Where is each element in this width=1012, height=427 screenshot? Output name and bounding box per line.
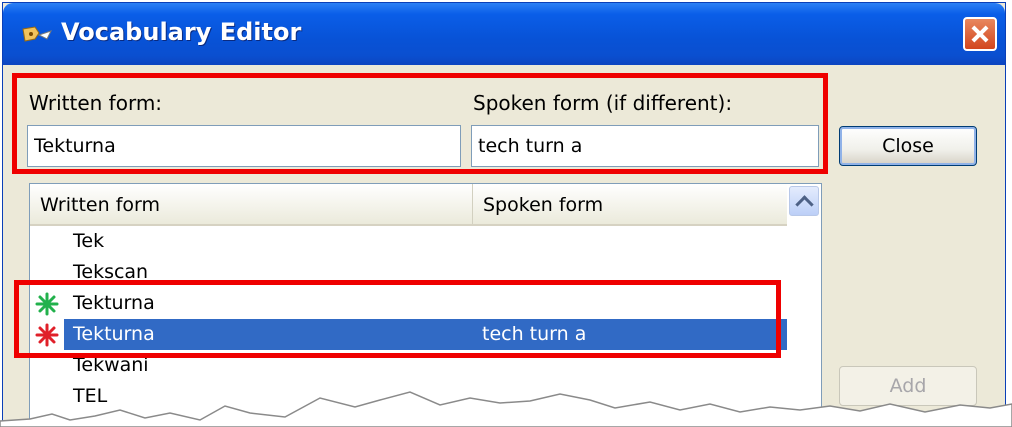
title-bar[interactable]: Vocabulary Editor xyxy=(3,3,1005,65)
scroll-up-button[interactable] xyxy=(789,186,819,216)
window-close-button[interactable] xyxy=(963,17,997,51)
list-item-written: Tek xyxy=(73,230,105,252)
list-item[interactable]: TEL xyxy=(30,381,787,412)
column-header-spoken-form[interactable]: Spoken form xyxy=(473,184,787,224)
app-icon xyxy=(22,26,52,42)
list-item-written: TEL xyxy=(73,385,108,407)
highlight-box-input-fields xyxy=(12,73,828,174)
list-item[interactable]: Tek xyxy=(30,226,787,257)
close-button[interactable]: Close xyxy=(839,126,977,166)
vocabulary-editor-window: Vocabulary Editor Written form: Spoken f… xyxy=(2,2,1006,427)
list-header: Written form Spoken form xyxy=(30,184,787,226)
column-header-written-form[interactable]: Written form xyxy=(30,184,473,224)
add-button[interactable]: Add xyxy=(839,366,977,406)
list-item-written: Tel xyxy=(73,416,99,427)
highlight-box-list-rows xyxy=(14,280,781,358)
window-title: Vocabulary Editor xyxy=(61,18,302,46)
list-item[interactable]: Tel xyxy=(30,412,787,427)
